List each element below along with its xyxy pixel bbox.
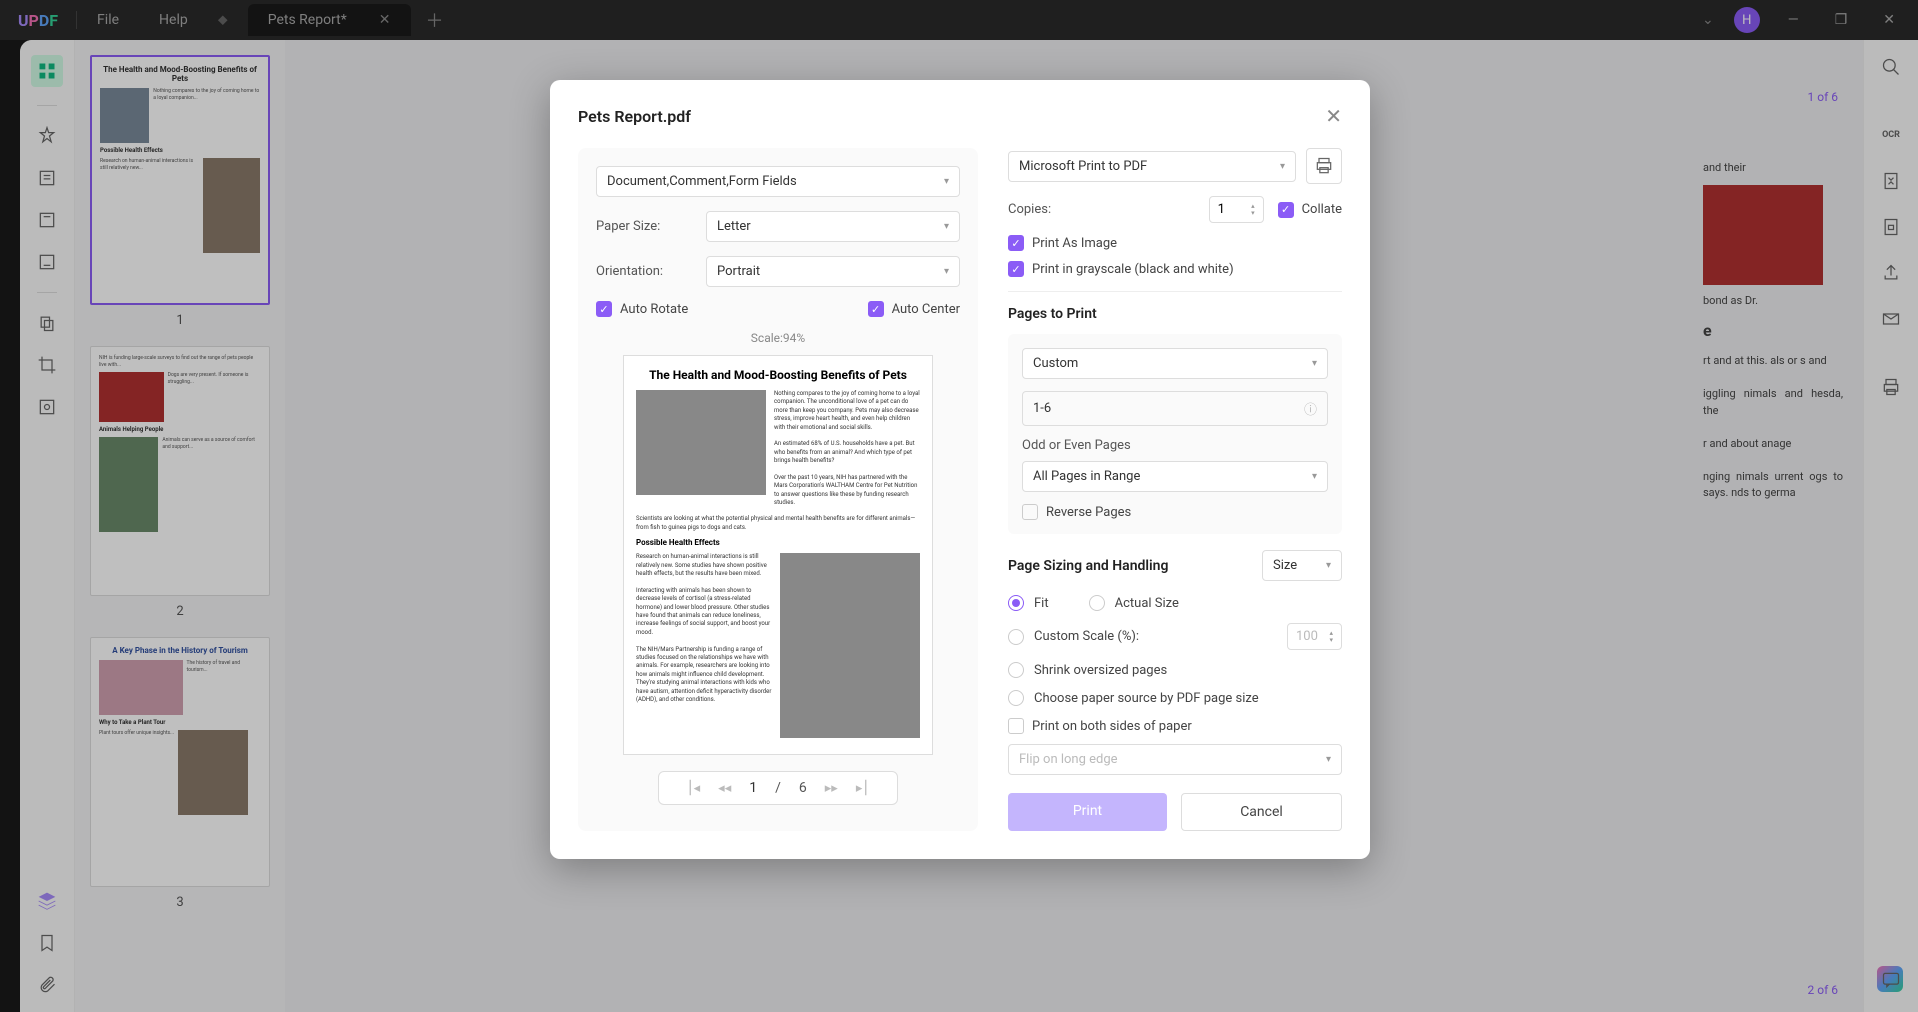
cancel-button[interactable]: Cancel	[1181, 793, 1342, 831]
collate-checkbox[interactable]: Collate	[1278, 202, 1342, 218]
print-button[interactable]: Print	[1008, 793, 1167, 831]
paper-size-label: Paper Size:	[596, 219, 696, 234]
copies-input[interactable]: 1▴▾	[1209, 196, 1264, 223]
print-grayscale-checkbox[interactable]: Print in grayscale (black and white)	[1008, 261, 1342, 277]
size-mode-select[interactable]: Size	[1262, 550, 1342, 581]
pager-first-icon[interactable]: ⎮◂	[687, 781, 700, 796]
close-icon[interactable]: ✕	[1325, 104, 1342, 128]
auto-rotate-checkbox[interactable]: Auto Rotate	[596, 301, 688, 317]
printer-properties-icon[interactable]	[1306, 148, 1342, 184]
scale-label: Scale:94%	[596, 331, 960, 345]
preview-pager: ⎮◂ ◂◂ 1 / 6 ▸▸ ▸⎮	[658, 771, 898, 805]
pager-last-icon[interactable]: ▸⎮	[856, 781, 869, 796]
print-as-image-checkbox[interactable]: Print As Image	[1008, 235, 1342, 251]
print-dialog: Pets Report.pdf ✕ Document,Comment,Form …	[550, 80, 1370, 859]
both-sides-checkbox[interactable]: Print on both sides of paper	[1008, 718, 1342, 734]
odd-even-label: Odd or Even Pages	[1022, 438, 1328, 453]
print-preview-panel: Document,Comment,Form Fields Paper Size:…	[578, 148, 978, 831]
page-range-input[interactable]: 1-6ⓘ	[1022, 391, 1328, 426]
print-options-panel: Microsoft Print to PDF Copies: 1▴▾ Colla…	[1008, 148, 1342, 831]
orientation-select[interactable]: Portrait	[706, 256, 960, 287]
pager-current[interactable]: 1	[749, 780, 757, 796]
copies-label: Copies:	[1008, 202, 1051, 217]
printer-select[interactable]: Microsoft Print to PDF	[1008, 151, 1296, 182]
fit-radio[interactable]: Fit	[1008, 595, 1049, 611]
pager-next-icon[interactable]: ▸▸	[825, 781, 838, 796]
pager-total: 6	[799, 780, 807, 796]
sizing-section-title: Page Sizing and Handling	[1008, 558, 1168, 574]
dialog-title: Pets Report.pdf	[578, 107, 691, 126]
shrink-radio[interactable]: Shrink oversized pages	[1008, 662, 1342, 678]
actual-size-radio[interactable]: Actual Size	[1089, 595, 1179, 611]
paper-size-select[interactable]: Letter	[706, 211, 960, 242]
print-preview: The Health and Mood-Boosting Benefits of…	[623, 355, 933, 755]
orientation-label: Orientation:	[596, 264, 696, 279]
page-range-mode-select[interactable]: Custom	[1022, 348, 1328, 379]
auto-center-checkbox[interactable]: Auto Center	[868, 301, 960, 317]
print-items-select[interactable]: Document,Comment,Form Fields	[596, 166, 960, 197]
odd-even-select[interactable]: All Pages in Range	[1022, 461, 1328, 492]
flip-select: Flip on long edge	[1008, 744, 1342, 775]
pager-prev-icon[interactable]: ◂◂	[718, 781, 731, 796]
pages-section-title: Pages to Print	[1008, 306, 1342, 322]
choose-source-radio[interactable]: Choose paper source by PDF page size	[1008, 690, 1342, 706]
custom-scale-input[interactable]: 100▴▾	[1287, 623, 1342, 650]
reverse-pages-checkbox[interactable]: Reverse Pages	[1022, 504, 1328, 520]
custom-scale-radio[interactable]: Custom Scale (%):	[1008, 629, 1139, 645]
